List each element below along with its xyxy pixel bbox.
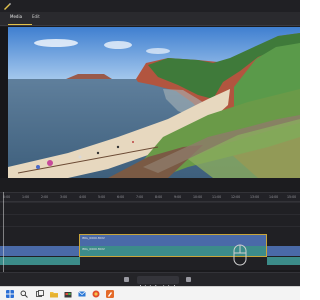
start-icon[interactable] — [6, 290, 14, 298]
go-to-start-icon[interactable] — [124, 277, 129, 282]
ruler-tick: 11:00 — [212, 195, 222, 199]
audio-clip[interactable] — [0, 257, 80, 265]
playhead[interactable] — [3, 192, 4, 272]
timeline-tracks: IMG_0000.MOV IMG_0000.MOV — [0, 202, 300, 272]
windows-taskbar — [0, 286, 300, 300]
video-preview[interactable] — [8, 27, 300, 178]
browser-icon[interactable] — [92, 290, 100, 298]
menu-edit[interactable]: Edit — [32, 14, 40, 20]
menu-media[interactable]: Media — [10, 14, 22, 20]
timeline-ruler[interactable]: 0:00 1:00 2:00 3:00 4:00 5:00 6:00 7:00 … — [0, 192, 300, 202]
ruler-tick: 0:00 — [3, 195, 11, 199]
audio-clip[interactable] — [267, 257, 300, 265]
task-view-icon[interactable] — [36, 290, 44, 298]
ruler-tick: 15:00 — [287, 195, 297, 199]
ruler-tick: 4:00 — [79, 195, 87, 199]
ruler-tick: 13:00 — [250, 195, 260, 199]
loop-icon[interactable] — [186, 277, 191, 282]
ruler-tick: 12:00 — [231, 195, 241, 199]
beach-cliff-image — [8, 27, 300, 178]
video-editor-window: Media Edit 0:00 1:00 2:00 3:00 4:00 5:00… — [0, 0, 300, 286]
active-menu-indicator — [8, 24, 32, 25]
track-row[interactable] — [0, 202, 300, 214]
search-icon[interactable] — [20, 290, 28, 298]
mail-icon[interactable] — [78, 290, 86, 298]
editor-app-icon[interactable] — [106, 290, 114, 298]
ruler-tick: 8:00 — [155, 195, 163, 199]
store-icon[interactable] — [64, 290, 72, 298]
title-bar — [0, 0, 300, 12]
ruler-tick: 10:00 — [193, 195, 203, 199]
file-explorer-icon[interactable] — [50, 290, 58, 298]
menu-bar: Media Edit — [0, 12, 300, 26]
playback-controls — [137, 276, 179, 286]
ruler-tick: 14:00 — [269, 195, 279, 199]
video-clip[interactable] — [267, 246, 300, 256]
transport-bar — [0, 272, 300, 286]
track-row[interactable] — [0, 214, 300, 226]
mouse-icon — [233, 244, 247, 266]
ruler-tick: 3:00 — [60, 195, 68, 199]
pen-tool-icon[interactable] — [2, 1, 12, 11]
preview-left-strip — [0, 27, 8, 178]
video-clip[interactable] — [0, 246, 80, 256]
ruler-tick: 9:00 — [174, 195, 182, 199]
ruler-tick: 2:00 — [41, 195, 49, 199]
ruler-tick: 5:00 — [98, 195, 106, 199]
ruler-tick: 1:00 — [22, 195, 30, 199]
ruler-tick: 6:00 — [117, 195, 125, 199]
ruler-tick: 7:00 — [136, 195, 144, 199]
